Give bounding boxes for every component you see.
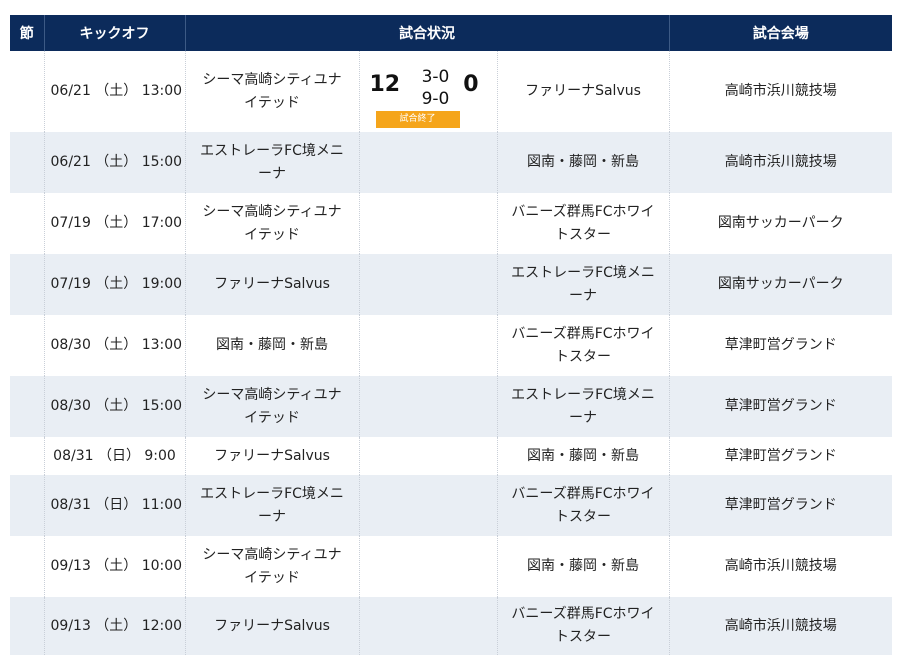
venue-cell: 草津町営グランド bbox=[669, 315, 892, 376]
score-cell bbox=[359, 315, 498, 376]
header-kickoff: キックオフ bbox=[44, 15, 186, 51]
round-cell bbox=[10, 597, 45, 655]
round-cell bbox=[10, 315, 45, 376]
round-cell bbox=[10, 193, 45, 254]
home-team-cell[interactable]: ファリーナSalvus bbox=[185, 254, 360, 315]
score-cell bbox=[359, 475, 498, 536]
table-row: 07/19 （土） 19:00 ファリーナSalvus エストレーラFC境メニー… bbox=[10, 254, 892, 315]
table-row: 06/21 （土） 15:00 エストレーラFC境メニーナ 図南・藤岡・新島 高… bbox=[10, 132, 892, 193]
away-team-cell[interactable]: エストレーラFC境メニーナ bbox=[497, 376, 670, 437]
kickoff-cell: 06/21 （土） 15:00 bbox=[44, 132, 186, 193]
kickoff-cell: 06/21 （土） 13:00 bbox=[44, 51, 186, 132]
round-cell bbox=[10, 536, 45, 597]
score-cell[interactable]: 12 3-0 9-0 0 試合終了 bbox=[359, 51, 498, 132]
away-team-cell[interactable]: バニーズ群馬FCホワイトスター bbox=[497, 315, 670, 376]
kickoff-cell: 08/30 （土） 15:00 bbox=[44, 376, 186, 437]
away-team-cell[interactable]: バニーズ群馬FCホワイトスター bbox=[497, 193, 670, 254]
home-team-cell[interactable]: シーマ高崎シティユナイテッド bbox=[185, 536, 360, 597]
score-cell bbox=[359, 437, 498, 475]
home-team-cell[interactable]: 図南・藤岡・新島 bbox=[185, 315, 360, 376]
round-cell bbox=[10, 437, 45, 475]
home-team-cell[interactable]: シーマ高崎シティユナイテッド bbox=[185, 51, 360, 132]
kickoff-cell: 08/31 （日） 11:00 bbox=[44, 475, 186, 536]
score-cell bbox=[359, 597, 498, 655]
second-half-score: 9-0 bbox=[421, 88, 450, 109]
venue-cell: 高崎市浜川競技場 bbox=[669, 51, 892, 132]
home-team-cell[interactable]: エストレーラFC境メニーナ bbox=[185, 475, 360, 536]
home-team-cell[interactable]: シーマ高崎シティユナイテッド bbox=[185, 376, 360, 437]
round-cell bbox=[10, 51, 45, 132]
venue-cell: 草津町営グランド bbox=[669, 376, 892, 437]
home-team-cell[interactable]: ファリーナSalvus bbox=[185, 597, 360, 655]
table-row: 08/30 （土） 13:00 図南・藤岡・新島 バニーズ群馬FCホワイトスター… bbox=[10, 315, 892, 376]
score-cell bbox=[359, 254, 498, 315]
round-cell bbox=[10, 376, 45, 437]
kickoff-cell: 09/13 （土） 12:00 bbox=[44, 597, 186, 655]
home-team-cell[interactable]: エストレーラFC境メニーナ bbox=[185, 132, 360, 193]
table-row: 08/30 （土） 15:00 シーマ高崎シティユナイテッド エストレーラFC境… bbox=[10, 376, 892, 437]
away-team-cell[interactable]: バニーズ群馬FCホワイトスター bbox=[497, 475, 670, 536]
home-team-cell[interactable]: シーマ高崎シティユナイテッド bbox=[185, 193, 360, 254]
table-row: 06/21 （土） 13:00 シーマ高崎シティユナイテッド 12 3-0 9-… bbox=[10, 51, 892, 132]
table-row: 07/19 （土） 17:00 シーマ高崎シティユナイテッド バニーズ群馬FCホ… bbox=[10, 193, 892, 254]
away-team-cell[interactable]: ファリーナSalvus bbox=[497, 51, 670, 132]
round-cell bbox=[10, 254, 45, 315]
away-team-cell[interactable]: 図南・藤岡・新島 bbox=[497, 437, 670, 475]
schedule-table-wrapper: 節 キックオフ 試合状況 試合会場 06/21 （土） 13:00 シーマ高崎シ… bbox=[10, 15, 892, 655]
score-cell bbox=[359, 536, 498, 597]
away-team-cell[interactable]: 図南・藤岡・新島 bbox=[497, 536, 670, 597]
match-schedule-table: 節 キックオフ 試合状況 試合会場 06/21 （土） 13:00 シーマ高崎シ… bbox=[10, 15, 892, 655]
kickoff-cell: 09/13 （土） 10:00 bbox=[44, 536, 186, 597]
first-half-score: 3-0 bbox=[421, 66, 450, 87]
round-cell bbox=[10, 475, 45, 536]
table-row: 08/31 （日） 11:00 エストレーラFC境メニーナ バニーズ群馬FCホワ… bbox=[10, 475, 892, 536]
round-cell bbox=[10, 132, 45, 193]
score-cell bbox=[359, 193, 498, 254]
kickoff-cell: 07/19 （土） 17:00 bbox=[44, 193, 186, 254]
venue-cell: 草津町営グランド bbox=[669, 475, 892, 536]
table-row: 08/31 （日） 9:00 ファリーナSalvus 図南・藤岡・新島 草津町営… bbox=[10, 437, 892, 475]
score-box: 12 3-0 9-0 0 試合終了 bbox=[366, 60, 491, 128]
kickoff-cell: 07/19 （土） 19:00 bbox=[44, 254, 186, 315]
away-score: 0 bbox=[463, 71, 479, 97]
table-row: 09/13 （土） 10:00 シーマ高崎シティユナイテッド 図南・藤岡・新島 … bbox=[10, 536, 892, 597]
kickoff-cell: 08/31 （日） 9:00 bbox=[44, 437, 186, 475]
half-scores: 3-0 9-0 bbox=[410, 66, 462, 110]
header-status: 試合状況 bbox=[185, 15, 670, 51]
match-status-badge: 試合終了 bbox=[375, 110, 460, 128]
table-header-row: 節 キックオフ 試合状況 試合会場 bbox=[10, 15, 892, 51]
score-cell bbox=[359, 376, 498, 437]
venue-cell: 図南サッカーパーク bbox=[669, 254, 892, 315]
table-row: 09/13 （土） 12:00 ファリーナSalvus バニーズ群馬FCホワイト… bbox=[10, 597, 892, 655]
header-round: 節 bbox=[10, 15, 45, 51]
venue-cell: 図南サッカーパーク bbox=[669, 193, 892, 254]
away-team-cell[interactable]: バニーズ群馬FCホワイトスター bbox=[497, 597, 670, 655]
score-cell bbox=[359, 132, 498, 193]
venue-cell: 高崎市浜川競技場 bbox=[669, 597, 892, 655]
home-score: 12 bbox=[369, 71, 401, 97]
venue-cell: 草津町営グランド bbox=[669, 437, 892, 475]
venue-cell: 高崎市浜川競技場 bbox=[669, 132, 892, 193]
away-team-cell[interactable]: エストレーラFC境メニーナ bbox=[497, 254, 670, 315]
header-venue: 試合会場 bbox=[669, 15, 892, 51]
kickoff-cell: 08/30 （土） 13:00 bbox=[44, 315, 186, 376]
away-team-cell[interactable]: 図南・藤岡・新島 bbox=[497, 132, 670, 193]
venue-cell: 高崎市浜川競技場 bbox=[669, 536, 892, 597]
home-team-cell[interactable]: ファリーナSalvus bbox=[185, 437, 360, 475]
